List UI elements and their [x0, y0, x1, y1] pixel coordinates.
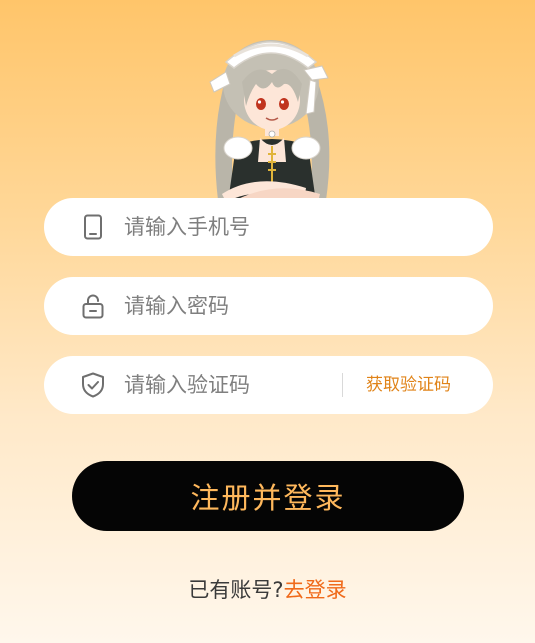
have-account-text: 已有账号?	[188, 578, 284, 602]
shield-check-icon	[82, 372, 104, 398]
phone-icon	[84, 214, 102, 240]
verification-code-field[interactable]: 获取验证码	[44, 356, 493, 414]
login-prompt-row: 已有账号?去登录	[0, 574, 535, 604]
divider	[342, 373, 343, 397]
password-input[interactable]	[124, 277, 424, 335]
register-login-button[interactable]: 注册并登录	[72, 461, 464, 531]
go-login-link[interactable]: 去登录	[284, 578, 347, 602]
mascot-illustration	[209, 40, 330, 202]
lock-icon	[82, 294, 104, 319]
get-code-button[interactable]: 获取验证码	[366, 356, 451, 414]
phone-field[interactable]	[44, 198, 493, 256]
password-field[interactable]	[44, 277, 493, 335]
phone-input[interactable]	[124, 198, 424, 256]
verification-code-input[interactable]	[124, 356, 334, 414]
